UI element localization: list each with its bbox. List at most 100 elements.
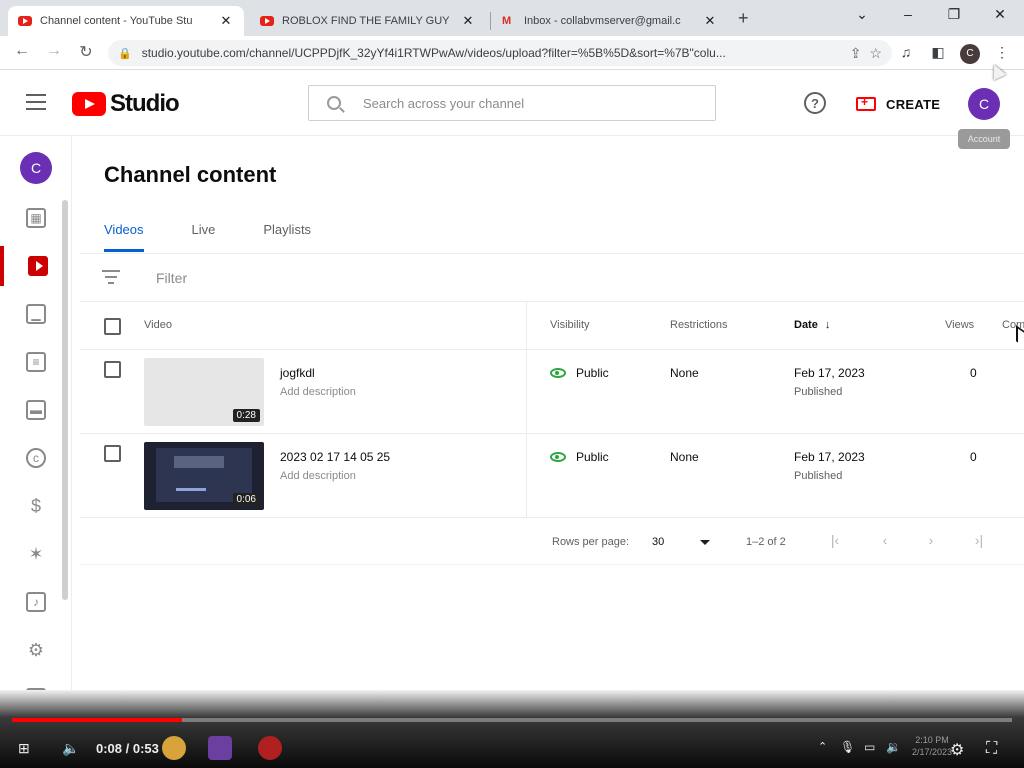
studio-logo[interactable]: Studio [72, 90, 180, 118]
eye-icon [550, 452, 566, 462]
chevron-down-icon[interactable] [700, 540, 710, 545]
lock-icon: 🔒 [118, 47, 132, 60]
microphone-icon[interactable]: 🎙 [840, 740, 855, 754]
tray-chevron-icon[interactable]: ⌃ [818, 740, 827, 753]
minimize-icon[interactable]: – [898, 6, 918, 22]
previous-page-icon[interactable]: ‹ [876, 532, 894, 548]
filter-icon[interactable] [102, 270, 120, 288]
first-page-icon[interactable]: |‹ [826, 532, 844, 548]
clock-date: 2/17/2023 [912, 747, 953, 757]
volume-icon[interactable]: 🔈 [62, 740, 79, 757]
nav-settings[interactable]: ⚙ [0, 630, 72, 670]
rows-per-page-select[interactable]: 30 [652, 536, 664, 548]
system-clock: 2:10 PM 2/17/2023 [912, 734, 952, 758]
youtube-icon [260, 16, 274, 26]
time-display: 0:08 / 0:53 [96, 741, 159, 756]
last-page-icon[interactable]: ›| [970, 532, 988, 548]
channel-avatar[interactable]: C [20, 152, 52, 184]
eye-icon [550, 368, 566, 378]
profile-avatar[interactable]: C [960, 44, 980, 64]
date-status: Published [794, 386, 843, 398]
table-row[interactable]: 0:06 2023 02 17 14 05 25 Add description… [80, 434, 1024, 518]
progress-fill[interactable] [12, 718, 182, 722]
magic-wand-icon: ✶ [28, 544, 44, 564]
next-page-icon[interactable]: › [922, 532, 940, 548]
tab-live[interactable]: Live [192, 218, 216, 252]
bookmark-star-icon[interactable]: ☆ [869, 45, 882, 62]
table-row[interactable]: 0:28 jogfkdl Add description Public None… [80, 350, 1024, 434]
close-tab-icon[interactable]: ✕ [702, 13, 718, 29]
browser-tab-channel-content[interactable]: Channel content - YouTube Stu ✕ [8, 6, 244, 36]
sort-arrow-icon: ↓ [824, 319, 831, 331]
row-checkbox[interactable] [104, 445, 121, 462]
side-panel-icon[interactable]: ◧ [928, 44, 948, 61]
forward-arrow-icon[interactable]: → [44, 42, 64, 60]
tab-videos[interactable]: Videos [104, 218, 144, 252]
analytics-icon: ▁ [26, 304, 46, 324]
tab-search-chevron-icon[interactable]: ⌄ [852, 6, 872, 23]
video-description[interactable]: Add description [280, 386, 356, 398]
visibility-cell[interactable]: Public [550, 450, 609, 464]
chrome-icon[interactable] [162, 736, 186, 760]
browser-tab-inbox[interactable]: M Inbox - collabvmserver@gmail.c ✕ [492, 6, 728, 36]
video-thumbnail[interactable]: 0:06 [144, 442, 264, 510]
column-divider [526, 302, 527, 518]
share-icon[interactable]: ⇪ [850, 45, 862, 62]
filter-bar[interactable]: Filter [80, 254, 1024, 302]
hamburger-menu-icon[interactable] [26, 94, 46, 110]
content-play-icon [28, 256, 48, 276]
dashboard-icon: ▦ [26, 208, 46, 228]
channel-search-input[interactable]: Search across your channel [308, 85, 716, 121]
visibility-value: Public [576, 366, 609, 380]
tab-playlists[interactable]: Playlists [263, 218, 311, 252]
row-checkbox[interactable] [104, 361, 121, 378]
browser-tab-roblox[interactable]: ROBLOX FIND THE FAMILY GUY ✕ [250, 6, 486, 36]
back-arrow-icon[interactable]: ← [12, 42, 32, 60]
rail-scrollbar[interactable] [62, 200, 68, 600]
network-icon[interactable]: ▭ [864, 740, 875, 754]
video-title[interactable]: 2023 02 17 14 05 25 [280, 450, 390, 464]
menu-kebab-icon[interactable]: ⋮ [992, 44, 1012, 61]
video-title[interactable]: jogfkdl [280, 366, 315, 380]
comments-icon: ≡ [26, 352, 46, 372]
settings-gear-icon[interactable]: ⚙ [950, 740, 964, 760]
windows-start-icon[interactable]: ⊞ [18, 740, 30, 757]
youtube-icon [18, 16, 32, 26]
media-control-icon[interactable]: ♫ [896, 44, 916, 60]
app-icon[interactable] [258, 736, 282, 760]
column-restrictions: Restrictions [670, 319, 728, 331]
content-tabs: Videos Live Playlists [104, 218, 359, 254]
date-status: Published [794, 470, 843, 482]
filter-input[interactable]: Filter [156, 270, 187, 286]
dollar-icon: $ [30, 496, 41, 516]
video-description[interactable]: Add description [280, 470, 356, 482]
date-value: Feb 17, 2023 [794, 366, 865, 380]
videos-table: Video Visibility Restrictions Date ↓ Vie… [80, 302, 1024, 518]
close-tab-icon[interactable]: ✕ [460, 13, 476, 29]
player-controls: ⊞ 🔈 0:08 / 0:53 ⌃ 🎙 ▭ 🔉 2:10 PM 2/17/202… [0, 730, 1024, 768]
studio-header: Studio Search across your channel ? CREA… [0, 70, 1024, 136]
close-window-icon[interactable]: ✕ [990, 6, 1010, 23]
address-bar[interactable]: 🔒 studio.youtube.com/channel/UCPPDjfK_32… [108, 40, 892, 66]
video-thumbnail[interactable]: 0:28 [144, 358, 264, 426]
help-icon[interactable]: ? [804, 92, 826, 114]
new-tab-icon[interactable]: + [738, 8, 749, 29]
select-all-checkbox[interactable] [104, 318, 121, 335]
date-value: Feb 17, 2023 [794, 450, 865, 464]
create-button[interactable]: CREATE [846, 88, 950, 120]
column-date[interactable]: Date ↓ [794, 319, 830, 331]
account-tooltip: Account [958, 129, 1010, 149]
account-avatar[interactable]: C [968, 88, 1000, 120]
column-video: Video [144, 319, 172, 331]
gear-icon: ⚙ [27, 640, 45, 660]
table-header: Video Visibility Restrictions Date ↓ Vie… [80, 302, 1024, 350]
visual-studio-icon[interactable] [208, 736, 232, 760]
restore-icon[interactable]: ❐ [944, 6, 964, 23]
visibility-cell[interactable]: Public [550, 366, 609, 380]
speaker-icon[interactable]: 🔉 [886, 740, 901, 754]
reload-icon[interactable]: ↻ [76, 42, 96, 62]
fullscreen-exit-icon[interactable]: ⛶ [986, 740, 997, 758]
pagination-bar: Rows per page: 30 1–2 of 2 |‹ ‹ › ›| [80, 519, 1024, 565]
close-tab-icon[interactable]: ✕ [218, 13, 234, 29]
views-value: 0 [970, 366, 977, 380]
